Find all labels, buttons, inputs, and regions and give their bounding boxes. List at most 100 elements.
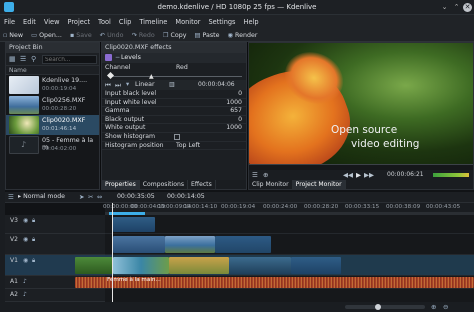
new-button[interactable]: ▫ New — [0, 29, 26, 42]
view-mode-icon[interactable]: ☰ — [20, 55, 26, 63]
redo-button[interactable]: ↷ Redo — [129, 29, 158, 42]
bin-column-name[interactable]: Name — [6, 66, 99, 75]
tab-properties[interactable]: Properties — [102, 180, 140, 189]
histogram-position-row[interactable]: Histogram position Top Left — [102, 142, 246, 151]
effect-header[interactable]: − Levels — [102, 53, 246, 63]
param-row[interactable]: White output 1000 — [102, 124, 246, 133]
minimize-icon[interactable]: ⌄ — [440, 3, 449, 12]
spacer-tool-icon[interactable]: ⇔ — [97, 193, 102, 201]
track-mute-icon[interactable]: ♪ — [23, 278, 27, 285]
interpolation-select[interactable]: Linear — [135, 81, 155, 88]
zoom-slider[interactable] — [345, 304, 425, 310]
menu-help[interactable]: Help — [240, 15, 263, 29]
channel-select[interactable]: Red — [176, 64, 188, 71]
undo-button[interactable]: ↶ Undo — [97, 29, 127, 42]
monitor-video-frame[interactable]: Open source video editing — [249, 43, 473, 164]
timeline-clip[interactable] — [169, 257, 229, 274]
timeline-menu-icon[interactable]: ☰ — [8, 193, 14, 201]
menu-monitor[interactable]: Monitor — [171, 15, 204, 29]
timeline-clip[interactable] — [113, 217, 155, 232]
menu-timeline[interactable]: Timeline — [135, 15, 171, 29]
zoom-in-icon[interactable]: ⊕ — [431, 303, 436, 311]
track-lock-icon[interactable]: 🔒︎ — [32, 257, 35, 265]
next-keyframe-icon[interactable]: ⏭ — [115, 81, 121, 90]
timeline-clip[interactable] — [165, 236, 215, 253]
play-icon[interactable]: ▶ — [356, 171, 361, 179]
tab-project-monitor[interactable]: Project Monitor — [292, 180, 346, 189]
histogram-position-select[interactable]: Top Left — [176, 142, 200, 151]
add-clip-icon[interactable]: ▦ — [9, 55, 16, 63]
keyframe-marker[interactable] — [106, 71, 115, 80]
param-value[interactable]: 1000 — [226, 99, 242, 108]
select-tool-icon[interactable]: ➤ — [79, 193, 84, 201]
param-row[interactable]: Gamma 657 — [102, 107, 246, 116]
timeline-clip[interactable] — [215, 236, 271, 253]
track-header-v2[interactable]: V2 ◉ 🔒︎ — [5, 234, 105, 255]
track-header-v3[interactable]: V3 ◉ 🔒︎ — [5, 215, 105, 234]
zoom-out-icon[interactable]: ⊖ — [443, 303, 448, 311]
keyframe-timecode[interactable]: 00:00:04:06 — [198, 81, 235, 88]
zoom-handle[interactable] — [375, 304, 381, 310]
param-row[interactable]: Input black level 0 — [102, 90, 246, 99]
playhead-marker-icon[interactable]: ▲ — [149, 73, 154, 80]
save-button[interactable]: ▪ Save — [67, 29, 95, 42]
timeline-clip[interactable] — [229, 257, 291, 274]
close-icon[interactable]: ✕ — [463, 3, 472, 12]
render-button[interactable]: ◉ Render — [225, 29, 261, 42]
timeline-duration[interactable]: 00:00:14:05 — [167, 193, 205, 200]
param-value[interactable]: 1000 — [226, 124, 242, 133]
timeline-clip[interactable] — [75, 257, 113, 274]
tab-clip-monitor[interactable]: Clip Monitor — [249, 180, 293, 189]
razor-tool-icon[interactable]: ✂ — [88, 193, 93, 201]
menu-project[interactable]: Project — [63, 15, 94, 29]
paste-button[interactable]: ▤ Paste — [192, 29, 223, 42]
keyframe-slider[interactable]: ▲ — [102, 71, 246, 80]
track-visibility-icon[interactable]: ◉ — [23, 257, 28, 264]
mode-select[interactable]: ▸ Normal mode — [18, 193, 65, 200]
monitor-settings-icon[interactable]: ☰ — [252, 171, 258, 179]
rewind-icon[interactable]: ◀◀ — [343, 171, 353, 179]
menu-file[interactable]: File — [0, 15, 19, 29]
channel-row[interactable]: Channel Red — [102, 63, 246, 72]
bin-search-input[interactable] — [42, 55, 97, 64]
param-row[interactable]: Black output 0 — [102, 116, 246, 125]
timeline-clip[interactable] — [113, 257, 169, 274]
menu-clip[interactable]: Clip — [115, 15, 135, 29]
filter-icon[interactable]: ⚲ — [31, 55, 36, 63]
timeline-ruler[interactable]: 00:00:00:00 00:00:04:19 00:00:09:14 00:0… — [103, 203, 474, 212]
maximize-icon[interactable]: ⌃ — [452, 3, 461, 12]
timeline-clip[interactable] — [113, 236, 165, 253]
timeline-playhead[interactable] — [112, 203, 113, 302]
bin-clip-row[interactable]: ♪ 05 - Femme à la m 00:04:02:00 — [6, 135, 99, 155]
track-header-a2[interactable]: A2 ♪ — [5, 289, 105, 302]
collapse-icon[interactable]: − — [115, 54, 120, 61]
bin-clip-row[interactable]: Clip0256.MXF 00:00:28:20 — [6, 95, 99, 115]
track-lock-icon[interactable]: 🔒︎ — [32, 217, 35, 225]
bin-clip-row-selected[interactable]: Clip0020.MXF 00:01:46:14 — [6, 115, 99, 135]
histogram-checkbox[interactable] — [174, 133, 180, 140]
tab-compositions[interactable]: Compositions — [140, 180, 189, 189]
zoom-icon[interactable]: ⊕ — [263, 171, 268, 179]
show-histogram-row[interactable]: Show histogram — [102, 133, 246, 142]
prev-keyframe-icon[interactable]: ⏮ — [105, 81, 111, 90]
param-value[interactable]: 657 — [230, 107, 242, 116]
param-value[interactable]: 0 — [238, 90, 242, 99]
timeline-clip[interactable] — [291, 257, 341, 274]
timeline-position[interactable]: 00:00:35:05 — [117, 193, 155, 200]
monitor-timecode[interactable]: 00:00:06:21 — [387, 171, 424, 178]
param-value[interactable]: 0 — [238, 116, 242, 125]
track-lock-icon[interactable]: 🔒︎ — [32, 236, 35, 244]
keyframe-options-icon[interactable]: ▥ — [169, 81, 175, 88]
track-visibility-icon[interactable]: ◉ — [23, 217, 28, 224]
track-visibility-icon[interactable]: ◉ — [23, 236, 28, 243]
open-button[interactable]: ▭ Open... — [28, 29, 65, 42]
forward-icon[interactable]: ▶▶ — [364, 171, 374, 179]
track-mute-icon[interactable]: ♪ — [23, 291, 27, 298]
bin-clip-row[interactable]: Kdenlive 19.... 00:00:19:04 — [6, 75, 99, 95]
menu-edit[interactable]: Edit — [19, 15, 40, 29]
tab-effects[interactable]: Effects — [188, 180, 216, 189]
copy-button[interactable]: ❐ Copy — [160, 29, 190, 42]
menu-tool[interactable]: Tool — [94, 15, 115, 29]
menu-view[interactable]: View — [40, 15, 64, 29]
menu-settings[interactable]: Settings — [204, 15, 239, 29]
